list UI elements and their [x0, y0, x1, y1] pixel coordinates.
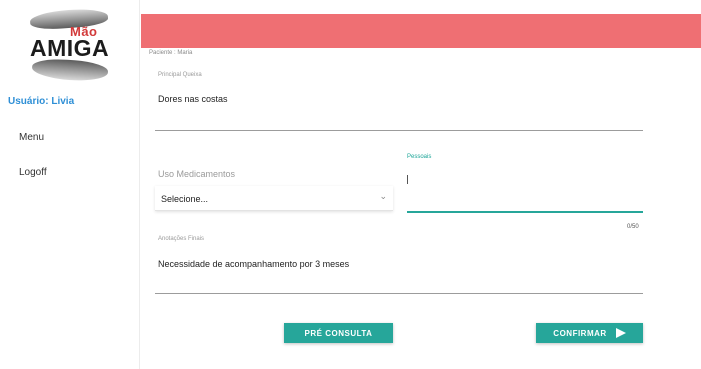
text-cursor	[407, 175, 408, 184]
user-info: Usuário: Livia	[8, 96, 74, 107]
pre-consulta-label: PRÉ CONSULTA	[304, 328, 373, 338]
confirmar-label: CONFIRMAR	[553, 328, 607, 338]
pessoais-underline	[407, 211, 643, 213]
medicamentos-select[interactable]: Selecione... ⌄	[155, 186, 393, 211]
pessoais-label: Pessoais	[407, 154, 432, 160]
medicamentos-selected: Selecione...	[161, 194, 209, 204]
send-icon	[615, 328, 626, 338]
anotacoes-underline	[155, 293, 643, 294]
pessoais-field[interactable]	[407, 175, 643, 187]
anotacoes-field[interactable]: Necessidade de acompanhamento por 3 mese…	[158, 259, 349, 269]
sidebar: Mão AMIGA Usuário: Livia Menu Logoff	[0, 0, 140, 369]
user-label: Usuário:	[8, 96, 49, 107]
pessoais-counter: 0/50	[627, 224, 639, 230]
sidebar-item-menu[interactable]: Menu	[19, 132, 44, 143]
queixa-underline	[155, 130, 643, 131]
chevron-down-icon: ⌄	[379, 191, 387, 201]
sidebar-item-logoff[interactable]: Logoff	[19, 167, 47, 178]
anotacoes-label: Anotações Finais	[158, 236, 205, 242]
medicamentos-label: Uso Medicamentos	[158, 169, 236, 179]
pre-consulta-button[interactable]: PRÉ CONSULTA	[284, 323, 393, 343]
queixa-label: Principal Queixa	[158, 72, 202, 78]
header-bar	[141, 14, 701, 48]
logo-main-text: AMIGA	[30, 35, 110, 61]
queixa-field[interactable]: Dores nas costas	[158, 94, 228, 104]
logo: Mão AMIGA	[26, 7, 112, 83]
confirmar-button[interactable]: CONFIRMAR	[536, 323, 643, 343]
patient-label: Paciente : Maria	[149, 50, 193, 56]
user-name: Livia	[51, 96, 75, 107]
